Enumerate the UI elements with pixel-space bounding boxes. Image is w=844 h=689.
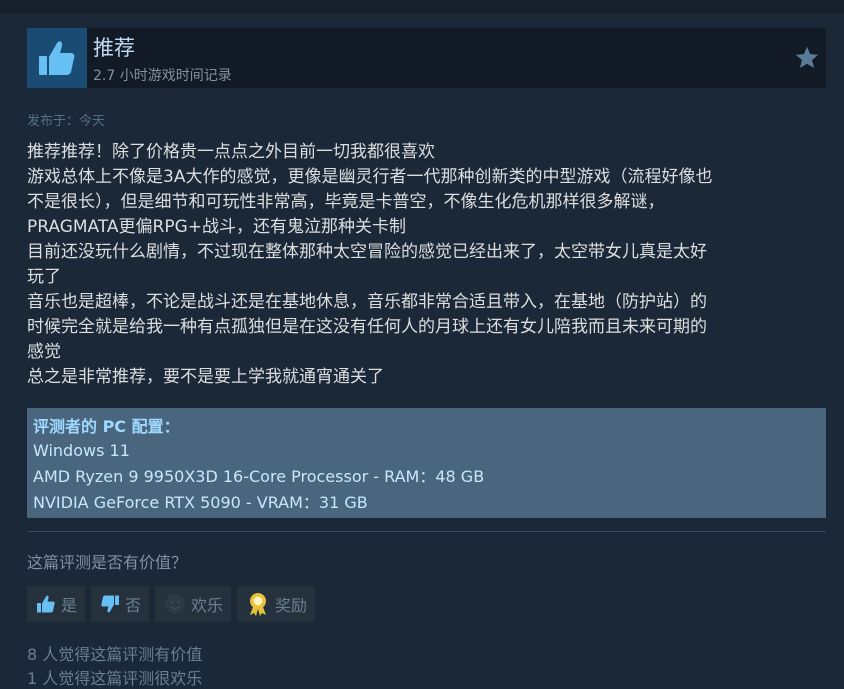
review-line: 音乐也是超棒，不论是战斗还是在基地休息，音乐都非常合适且带入，在基地（防护站）的 [27,292,707,312]
top-strip [0,0,844,14]
helpful-question: 这篇评测是否有价值？ [27,553,188,572]
vote-yes-label: 是 [61,596,78,615]
review-line: 游戏总体上不像是3A大作的感觉，更像是幽灵行者一代那种创新类的中型游戏（流程好像… [27,167,713,187]
vote-no-label: 否 [125,596,142,615]
playtime-hours: 2.7 小时游戏时间记录 [93,68,232,84]
spec-gpu: NVIDIA GeForce RTX 5090 - VRAM：31 GB [33,493,368,512]
recommendation-title: 推荐 [93,36,135,60]
thumbs-up-icon [39,41,75,75]
funny-count: 1 人觉得这篇评测很欢乐 [27,669,203,688]
award-button[interactable]: 奖励 [237,586,316,622]
vote-no-button[interactable]: 否 [91,586,150,622]
review-line: 不是很长），但是细节和可玩性非常高，毕竟是卡普空，不像生化危机那样很多解谜， [27,192,665,212]
star-icon[interactable] [794,45,820,71]
review-line: 玩了 [27,267,61,287]
review-line: 时候完全就是给我一种有点孤独但是在这没有任何人的月球上还有女儿陪我而且未来可期的 [27,317,707,337]
divider [27,531,826,532]
vote-buttons: 是 否 欢乐 奖励 [27,586,316,622]
pc-specs-box: 评测者的 PC 配置： Windows 11 AMD Ryzen 9 9950X… [27,408,826,518]
review-line: 感觉 [27,342,61,362]
pc-specs-title: 评测者的 PC 配置： [33,417,180,436]
review-header: 推荐 2.7 小时游戏时间记录 [27,28,826,88]
spec-cpu: AMD Ryzen 9 9950X3D 16-Core Processor - … [33,467,485,486]
vote-yes-button[interactable]: 是 [27,586,86,622]
posted-date: 发布于：今天 [27,114,106,129]
review-line: PRAGMATA更偏RPG+战斗，还有鬼泣那种关卡制 [27,217,407,237]
thumbs-down-icon [101,595,120,613]
review-line: 推荐推荐！除了价格贵一点点之外目前一切我都很喜欢 [27,142,435,162]
review-body: 推荐推荐！除了价格贵一点点之外目前一切我都很喜欢 游戏总体上不像是3A大作的感觉… [27,140,827,390]
award-medal-icon [250,593,267,616]
review-line: 目前还没玩什么剧情，不过现在整体那种太空冒险的感觉已经出来了，太空带女儿真是太好 [27,242,707,262]
thumbs-up-icon [37,595,55,613]
helpful-count: 8 人觉得这篇评测有价值 [27,645,203,664]
recommend-badge [27,28,87,88]
vote-funny-label: 欢乐 [191,596,224,615]
smiley-icon [165,594,186,614]
spec-os: Windows 11 [33,441,130,460]
vote-funny-button[interactable]: 欢乐 [155,586,232,622]
award-label: 奖励 [275,596,308,615]
review-line: 总之是非常推荐，要不是要上学我就通宵通关了 [27,367,384,387]
